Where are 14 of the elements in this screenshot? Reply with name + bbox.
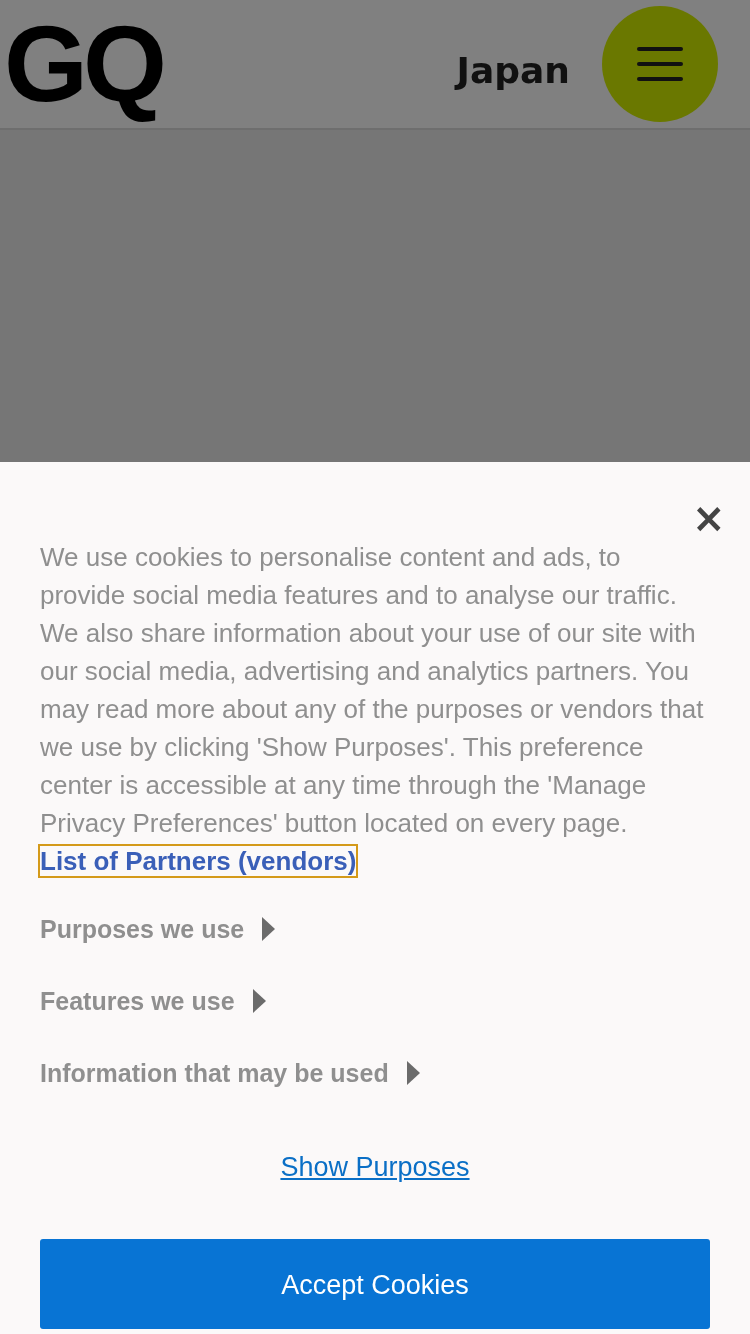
show-purposes-link[interactable]: Show Purposes: [280, 1152, 470, 1182]
section-toggle[interactable]: Information that may be used: [40, 1054, 710, 1092]
edition-label: Japan: [456, 49, 570, 91]
caret-icon: [406, 1061, 420, 1085]
menu-icon: [637, 47, 683, 81]
caret-icon: [252, 989, 266, 1013]
section-toggle[interactable]: Purposes we use: [40, 910, 710, 948]
partners-link[interactable]: List of Partners (vendors): [40, 846, 357, 876]
accept-button[interactable]: Accept Cookies: [40, 1239, 710, 1329]
caret-icon: [262, 917, 276, 941]
consent-message: We use cookies to personalise content and ads, to provide social media features and to analyse our traffic. We also share information about your use of our site with our social media, advertising and analytics partners. You may read more about any of the purposes or vendors that we use by clicking 'Show Purposes'. This preference center is accessible at any time through the 'Manage Privacy Preferences' button located on every page. List of Partners (vendors): [40, 541, 705, 878]
close-button[interactable]: ×: [692, 498, 722, 538]
section-toggle[interactable]: Features we use: [40, 982, 710, 1020]
logo[interactable]: GQ: [4, 2, 168, 126]
